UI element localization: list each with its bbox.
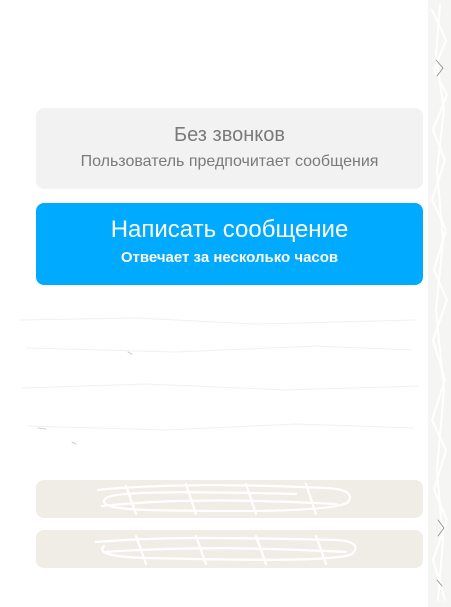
write-message-label: Написать сообщение <box>110 216 349 243</box>
redacted-content <box>16 300 424 470</box>
redacted-scrollbar-area <box>428 0 451 607</box>
no-calls-subtitle: Пользователь предпочитает сообщения <box>80 153 379 170</box>
redacted-button-2[interactable] <box>36 530 423 568</box>
response-time-label: Отвечает за несколько часов <box>120 249 339 266</box>
no-calls-notice: Без звонков Пользователь предпочитает со… <box>36 108 423 189</box>
write-message-button[interactable]: Написать сообщение Отвечает за несколько… <box>36 203 423 285</box>
no-calls-title: Без звонков <box>174 124 285 146</box>
seller-contact-panel: Без звонков Пользователь предпочитает со… <box>0 0 451 607</box>
redacted-button-1[interactable] <box>36 480 423 518</box>
